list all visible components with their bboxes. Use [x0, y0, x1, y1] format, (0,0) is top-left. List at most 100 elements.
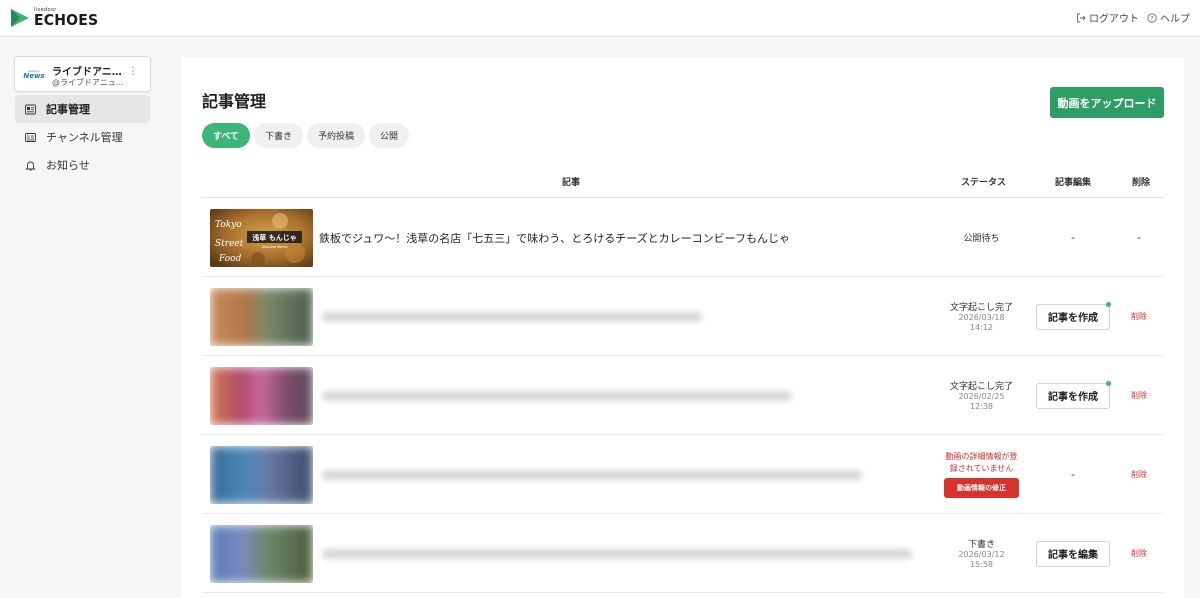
app-logo[interactable]: livedoor ECHOES	[9, 6, 98, 30]
edit-cell: 記事を作成	[1032, 277, 1114, 356]
status-date: 2026/03/18	[958, 313, 1005, 322]
error-message: 動画の詳細情報が登	[945, 452, 1018, 462]
channel-handle: @ライブドアニュ…	[52, 78, 124, 87]
create-article-button[interactable]: 記事を作成	[1036, 380, 1111, 409]
table-row[interactable]: 文字起こし完了 2026/03/18 14:12 記事を作成 削除	[202, 277, 1164, 356]
video-thumbnail[interactable]	[210, 525, 313, 583]
more-vertical-icon[interactable]: ⋮	[128, 67, 138, 77]
article-title[interactable]: 鉄板でジュワ〜！浅草の名店「七五三」で味わう、とろけるチーズとカレーコンビーフも…	[319, 230, 790, 246]
logout-icon	[1077, 13, 1086, 22]
article-title-blurred[interactable]	[322, 312, 702, 322]
channel-icon	[25, 132, 36, 142]
help-label: ヘルプ	[1160, 14, 1190, 25]
edit-placeholder: -	[1071, 468, 1075, 481]
create-article-label: 記事を作成	[1048, 313, 1098, 324]
thumb-banner-sub: Asakusa Monja	[261, 245, 287, 249]
sidebar-item-channel[interactable]: チャンネル管理	[15, 123, 150, 151]
sidebar: livedoor News ライブドアニ… @ライブドアニュ… ⋮ 記事管理 チ…	[0, 37, 165, 598]
tab-all[interactable]: すべて	[202, 123, 251, 148]
video-thumbnail[interactable]	[210, 446, 313, 504]
bell-icon	[25, 161, 36, 170]
upload-video-button[interactable]: 動画をアップロード	[1050, 87, 1164, 118]
article-title-blurred[interactable]	[322, 391, 792, 401]
delete-link[interactable]: 削除	[1131, 390, 1147, 401]
delete-link[interactable]: 削除	[1131, 311, 1147, 322]
status-cell: 文字起こし完了 2026/03/18 14:12	[939, 277, 1024, 356]
main-panel: 記事管理 動画をアップロード すべて 下書き 予約投稿 公開 記事 ステータス …	[182, 57, 1184, 598]
status-cell: 公開待ち	[939, 198, 1024, 277]
delete-link[interactable]: 削除	[1131, 548, 1147, 559]
edit-cell: -	[1032, 435, 1114, 514]
help-icon: ?	[1147, 12, 1157, 23]
delete-cell: -	[1120, 198, 1158, 277]
edit-cell: 記事を編集	[1032, 514, 1114, 593]
status-cell: 下書き 2026/03/12 15:58	[939, 514, 1024, 593]
error-message: 録されていません	[949, 463, 1014, 473]
video-thumbnail[interactable]	[210, 288, 313, 346]
column-delete: 削除	[1132, 178, 1151, 188]
edit-article-label: 記事を編集	[1048, 550, 1098, 561]
channel-name: ライブドアニ…	[52, 67, 122, 78]
delete-cell: 削除	[1120, 277, 1158, 356]
sidebar-item-label: チャンネル管理	[46, 131, 123, 144]
delete-cell: 削除	[1120, 435, 1158, 514]
article-title-blurred[interactable]	[322, 549, 912, 559]
status-label: 下書き	[967, 540, 995, 550]
tab-scheduled[interactable]: 予約投稿	[307, 123, 366, 148]
notification-dot	[1106, 380, 1111, 386]
logo-wordmark: ECHOES	[34, 12, 99, 30]
column-edit: 記事編集	[1055, 178, 1092, 188]
logout-link[interactable]: ログアウト	[1076, 10, 1139, 25]
table-row[interactable]: 下書き 2026/03/12 15:58 記事を編集 削除	[202, 514, 1164, 593]
status-date: 2026/02/25	[958, 392, 1005, 401]
status-label: 公開待ち	[963, 234, 1000, 244]
sidebar-item-label: 記事管理	[46, 103, 90, 116]
sidebar-item-articles[interactable]: 記事管理	[15, 95, 150, 123]
delete-cell: 削除	[1120, 514, 1158, 593]
edit-cell: -	[1032, 198, 1114, 277]
table-header: 記事 ステータス 記事編集 削除	[202, 167, 1164, 198]
status-label: 文字起こし完了	[949, 382, 1013, 392]
table-row[interactable]: 文字起こし完了 2026/02/25 12:38 記事を作成 削除	[202, 356, 1164, 435]
edit-article-button[interactable]: 記事を編集	[1036, 540, 1110, 567]
help-link[interactable]: ? ヘルプ	[1147, 10, 1190, 25]
delete-link[interactable]: 削除	[1131, 469, 1147, 480]
status-time: 12:38	[969, 402, 994, 411]
thumb-text-street: Street	[215, 239, 244, 249]
article-title-blurred[interactable]	[322, 470, 862, 480]
notification-dot	[1106, 301, 1111, 307]
create-article-label: 記事を作成	[1048, 392, 1098, 403]
edit-cell: 記事を作成	[1032, 356, 1114, 435]
delete-placeholder: -	[1137, 231, 1141, 244]
channel-switcher[interactable]: livedoor News ライブドアニ… @ライブドアニュ… ⋮	[14, 56, 151, 92]
top-header: livedoor ECHOES ログアウト ? ヘルプ	[0, 0, 1200, 37]
video-thumbnail[interactable]	[210, 367, 313, 425]
thumb-text-food: Food	[218, 254, 242, 264]
status-date: 2026/03/12	[958, 550, 1005, 559]
status-cell: 文字起こし完了 2026/02/25 12:38	[939, 356, 1024, 435]
sidebar-item-label: お知らせ	[46, 159, 90, 172]
filter-tabs: すべて 下書き 予約投稿 公開	[202, 123, 410, 148]
tab-published[interactable]: 公開	[369, 123, 410, 148]
svg-text:?: ?	[1150, 15, 1153, 22]
page-title: 記事管理	[202, 92, 267, 111]
column-article: 記事	[562, 178, 581, 188]
status-time: 15:58	[969, 560, 994, 569]
delete-cell: 削除	[1120, 356, 1158, 435]
create-article-button[interactable]: 記事を作成	[1036, 301, 1111, 330]
table-row[interactable]: Tokyo Street Food 浅草 もんじゃ Asakusa Monja …	[202, 198, 1164, 277]
article-icon	[25, 104, 36, 114]
sidebar-item-notifications[interactable]: お知らせ	[15, 151, 150, 179]
table-row[interactable]: 動画の詳細情報が登 録されていません 動画情報の修正 - 削除	[202, 435, 1164, 514]
status-label: 文字起こし完了	[949, 303, 1013, 313]
thumb-text-tokyo: Tokyo	[215, 220, 242, 230]
video-thumbnail[interactable]: Tokyo Street Food 浅草 もんじゃ Asakusa Monja	[210, 209, 313, 267]
status-cell: 動画の詳細情報が登 録されていません 動画情報の修正	[939, 435, 1024, 514]
edit-placeholder: -	[1071, 231, 1075, 244]
status-time: 14:12	[969, 323, 994, 332]
channel-logo: livedoor News	[23, 69, 45, 80]
tab-drafts[interactable]: 下書き	[254, 123, 304, 148]
column-status: ステータス	[961, 178, 1007, 188]
fix-video-info-button[interactable]: 動画情報の修正	[944, 477, 1019, 498]
logout-label: ログアウト	[1089, 14, 1139, 25]
